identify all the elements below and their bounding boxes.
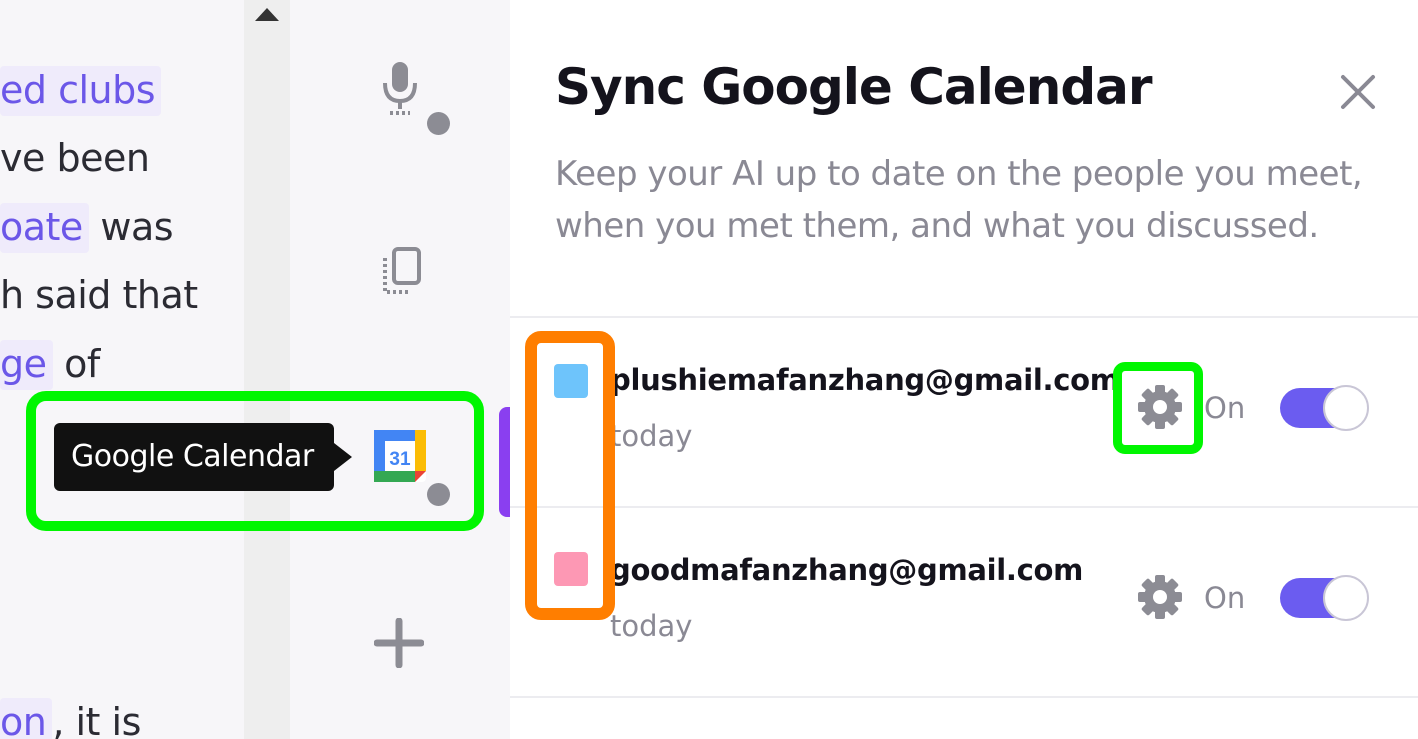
clipboard-button[interactable] — [378, 246, 424, 296]
add-icon — [374, 618, 424, 668]
clipboard-icon — [383, 247, 421, 294]
scroll-up-arrow-icon[interactable] — [255, 8, 279, 21]
microphone-icon — [383, 62, 417, 115]
panel-title: Sync Google Calendar — [555, 58, 1153, 116]
account-email: plushiemafanzhang@gmail.com — [610, 363, 1120, 397]
calendar-account-row: plushiemafanzhang@gmail.com today On — [510, 318, 1418, 506]
gear-icon — [1138, 385, 1182, 429]
account-email: goodmafanzhang@gmail.com — [610, 553, 1084, 587]
account-settings-button[interactable] — [1136, 383, 1184, 431]
account-sync-time: today — [610, 609, 693, 643]
sync-calendar-panel: Sync Google Calendar Keep your AI up to … — [510, 0, 1418, 739]
calendar-account-row: goodmafanzhang@gmail.com today On — [510, 508, 1418, 696]
toggle-knob — [1323, 575, 1369, 621]
sync-toggle[interactable] — [1280, 385, 1369, 431]
document-text: , it is — [52, 700, 141, 739]
google-calendar-tooltip: Google Calendar — [54, 423, 352, 491]
sync-status-label: On — [1204, 391, 1246, 425]
close-button[interactable] — [1338, 72, 1378, 112]
panel-description: Keep your AI up to date on the people yo… — [555, 154, 1363, 246]
highlighted-text[interactable]: ed clubs — [0, 66, 162, 116]
document-text: of — [52, 342, 100, 386]
highlighted-text[interactable]: oate — [0, 203, 89, 253]
toggle-knob — [1323, 385, 1369, 431]
document-scrollbar[interactable] — [244, 0, 290, 739]
document-line: ve been — [0, 136, 150, 180]
add-integration-button[interactable] — [374, 618, 424, 668]
document-line: ge of — [0, 340, 100, 390]
document-line: ed clubs — [0, 66, 162, 116]
calendar-badge: 31 — [389, 449, 411, 470]
google-calendar-button[interactable]: 31 — [372, 428, 428, 484]
highlighted-text[interactable]: on — [0, 698, 53, 739]
microphone-button[interactable] — [376, 58, 424, 118]
account-color-swatch[interactable] — [554, 364, 588, 398]
google-calendar-icon: 31 — [374, 430, 426, 482]
highlighted-text[interactable]: ge — [0, 340, 53, 390]
sync-toggle[interactable] — [1280, 575, 1369, 621]
divider — [510, 696, 1418, 698]
document-line: on, it is — [0, 698, 141, 739]
status-dot — [427, 483, 450, 506]
close-icon — [1341, 75, 1375, 109]
document-line: h said that — [0, 273, 198, 317]
status-dot — [427, 112, 450, 135]
sync-status-label: On — [1204, 581, 1246, 615]
document-line: oate was — [0, 203, 174, 253]
gear-icon — [1138, 575, 1182, 619]
document-pane: ed clubs ve been oate was h said that ge… — [0, 0, 244, 739]
account-sync-time: today — [610, 419, 693, 453]
account-color-swatch[interactable] — [554, 552, 588, 586]
account-settings-button[interactable] — [1136, 573, 1184, 621]
document-text: was — [88, 205, 174, 249]
